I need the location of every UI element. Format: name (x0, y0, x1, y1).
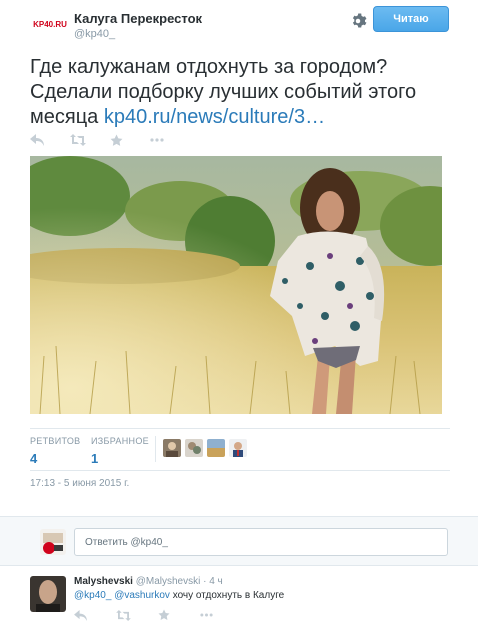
reply-actions (74, 608, 242, 622)
retweets-label: РЕТВИТОВ (30, 436, 81, 446)
reply-header: Malyshevski @Malyshevski · 4 ч (74, 576, 223, 587)
logo-text: KP40.RU (33, 19, 67, 29)
more-icon[interactable] (150, 132, 190, 148)
reply-author-name[interactable]: Malyshevski (74, 576, 133, 587)
account-name[interactable]: Калуга Перекресток (74, 11, 202, 26)
divider (30, 428, 450, 429)
divider (30, 470, 450, 471)
account-avatar[interactable]: KP40.RU (30, 14, 70, 34)
avatar[interactable] (229, 439, 247, 457)
favorite-icon[interactable] (158, 608, 200, 622)
following-button[interactable]: Читаю (373, 6, 449, 32)
gear-icon[interactable] (349, 12, 367, 30)
reply-time[interactable]: · 4 ч (203, 576, 223, 587)
tweet-photo[interactable] (30, 156, 442, 414)
avatar[interactable] (30, 576, 66, 612)
mention-link[interactable]: @vashurkov (114, 590, 170, 601)
divider (155, 436, 156, 462)
reply-body: хочу отдохнуть в Калуге (169, 590, 285, 601)
reply-icon[interactable] (30, 132, 70, 148)
account-handle[interactable]: @kp40_ (74, 28, 115, 40)
tweet-header: KP40.RU Калуга Перекресток @kp40_ Читаю (30, 6, 450, 44)
avatar[interactable] (207, 439, 225, 457)
reply-box: Ответить @kp40_ (0, 516, 478, 566)
tweet-text: Где калужанам отдохнуть за городом? Сдел… (30, 55, 450, 130)
retweet-icon[interactable] (70, 132, 110, 148)
favorites-count[interactable]: 1 (91, 451, 149, 466)
favorites-stat[interactable]: ИЗБРАННОЕ 1 (91, 436, 149, 466)
favorites-label: ИЗБРАННОЕ (91, 436, 149, 446)
tweet-link[interactable]: kp40.ru/news/culture/3… (104, 106, 325, 128)
reply-author-handle[interactable]: @Malyshevski (136, 576, 201, 587)
tweet-timestamp[interactable]: 17:13 - 5 июня 2015 г. (30, 478, 129, 489)
reply-text: @kp40_ @vashurkov хочу отдохнуть в Калуг… (74, 590, 284, 601)
reply-input[interactable]: Ответить @kp40_ (74, 528, 448, 556)
reply-icon[interactable] (74, 608, 116, 622)
retweets-stat[interactable]: РЕТВИТОВ 4 (30, 436, 80, 466)
mention-link[interactable]: @kp40_ (74, 590, 111, 601)
avatar (40, 529, 66, 555)
avatar[interactable] (185, 439, 203, 457)
engager-avatars (163, 439, 247, 457)
favorite-icon[interactable] (110, 132, 150, 148)
avatar[interactable] (163, 439, 181, 457)
retweets-count[interactable]: 4 (30, 451, 80, 466)
more-icon[interactable] (200, 608, 242, 622)
tweet-actions (30, 132, 190, 148)
retweet-icon[interactable] (116, 608, 158, 622)
